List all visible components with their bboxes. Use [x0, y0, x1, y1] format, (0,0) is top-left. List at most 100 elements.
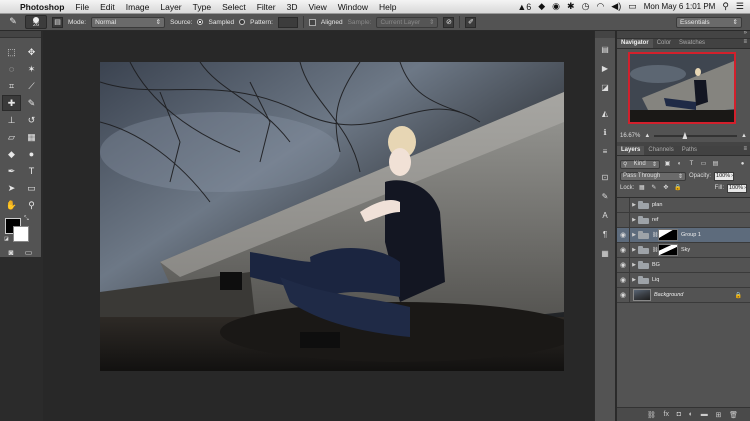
lock-pixels-icon[interactable]: ✎ [649, 184, 658, 192]
layer-mask-thumbnail[interactable] [658, 244, 678, 256]
eyedropper-tool-icon[interactable]: ⟋ [22, 78, 41, 94]
swap-colors-icon[interactable]: ⤡ [24, 216, 29, 223]
adobe-icon[interactable]: ▲6 [517, 2, 531, 12]
history-brush-tool-icon[interactable]: ↺ [22, 112, 41, 128]
layer-row-bg[interactable]: ◉ ▶ BG [617, 258, 750, 273]
app-menu-photoshop[interactable]: Photoshop [20, 2, 64, 12]
bluetooth-icon[interactable]: ✱ [567, 1, 575, 12]
pressure-size-icon[interactable]: ✐ [465, 16, 477, 28]
quick-mask-icon[interactable]: ◙ [9, 248, 14, 257]
dodge-tool-icon[interactable]: ● [22, 146, 41, 162]
panel-grip[interactable]: » [617, 30, 750, 39]
document-canvas-area[interactable] [43, 31, 594, 421]
menu-filter[interactable]: Filter [257, 2, 276, 12]
marquee-tool-icon[interactable]: ⬚ [2, 44, 21, 60]
path-selection-tool-icon[interactable]: ➤ [2, 180, 21, 196]
gradient-tool-icon[interactable]: ▦ [22, 129, 41, 145]
visibility-toggle[interactable] [617, 213, 630, 227]
spot-healing-brush-tool-icon[interactable]: ✚ [2, 95, 21, 111]
kind-filter-dropdown[interactable]: ⚲ Kind ⇕ [620, 159, 660, 169]
lock-transparent-icon[interactable]: ▦ [637, 184, 646, 192]
brush-size-picker[interactable]: 26 [25, 15, 47, 29]
history-panel-icon[interactable]: ▤ [597, 41, 613, 57]
lasso-tool-icon[interactable]: ◌ [2, 61, 21, 77]
panel-menu-icon[interactable]: ≡ [743, 146, 750, 155]
zoom-out-icon[interactable]: ▲ [644, 133, 650, 139]
tab-channels[interactable]: Channels [644, 146, 677, 155]
smart-object-filter-icon[interactable]: ▤ [711, 160, 720, 168]
magic-wand-tool-icon[interactable]: ✶ [22, 61, 41, 77]
expand-triangle-icon[interactable]: ▶ [630, 232, 638, 238]
expand-triangle-icon[interactable]: ▶ [630, 247, 638, 253]
healing-brush-tool-icon[interactable]: ✎ [6, 16, 20, 28]
adjustments-panel-icon[interactable]: ◭ [597, 105, 613, 121]
tab-layers[interactable]: Layers [617, 146, 645, 155]
blend-mode-dropdown[interactable]: Pass Through ⇕ [620, 171, 686, 181]
link-layers-icon[interactable]: ⛓ [647, 411, 656, 419]
screen-mode-icon[interactable]: ▭ [25, 248, 33, 257]
fill-input[interactable]: 100% › [727, 183, 747, 193]
volume-icon[interactable]: ◀) [611, 1, 621, 12]
rectangle-tool-icon[interactable]: ▭ [22, 180, 41, 196]
source-pattern-radio[interactable] [239, 19, 246, 25]
layer-row-liq[interactable]: ◉ ▶ Liq [617, 273, 750, 288]
tab-color[interactable]: Color [653, 39, 675, 48]
clone-stamp-tool-icon[interactable]: ⊥ [2, 112, 21, 128]
adjustment-filter-icon[interactable]: ◐ [675, 160, 684, 168]
pixel-filter-icon[interactable]: ▣ [663, 160, 672, 168]
source-sampled-radio[interactable] [197, 19, 204, 25]
eye-icon[interactable]: ◉ [617, 258, 630, 272]
menu-3d[interactable]: 3D [287, 2, 298, 12]
menu-edit[interactable]: Edit [100, 2, 115, 12]
layer-row-background[interactable]: ◉ Background 🔒 [617, 288, 750, 303]
adjustment-layer-icon[interactable]: ◐ [689, 411, 693, 418]
move-tool-icon[interactable]: ✥ [22, 44, 41, 60]
lock-position-icon[interactable]: ✥ [661, 184, 670, 192]
tab-navigator[interactable]: Navigator [617, 39, 653, 48]
pen-tool-icon[interactable]: ✒ [2, 163, 21, 179]
properties-panel-icon[interactable]: ◪ [597, 79, 613, 95]
battery-icon[interactable]: ▭ [628, 1, 637, 12]
expand-triangle-icon[interactable]: ▶ [630, 262, 638, 268]
paragraph-panel-icon[interactable]: ¶ [597, 226, 613, 242]
shape-filter-icon[interactable]: ▭ [699, 160, 708, 168]
workspace-dropdown[interactable]: Essentials ⇕ [676, 16, 742, 28]
eye-icon[interactable]: ◉ [617, 228, 630, 242]
type-tool-icon[interactable]: T [22, 163, 41, 179]
navigator-thumbnail[interactable] [628, 52, 736, 124]
eraser-tool-icon[interactable]: ▱ [2, 129, 21, 145]
dropbox-icon[interactable]: ◆ [538, 1, 545, 12]
layer-mask-thumbnail[interactable] [658, 229, 678, 241]
expand-triangle-icon[interactable]: ▶ [630, 277, 638, 283]
brush-tool-icon[interactable]: ✎ [22, 95, 41, 111]
notification-center-icon[interactable]: ☰ [736, 1, 744, 12]
aligned-checkbox[interactable] [308, 18, 316, 26]
blur-tool-icon[interactable]: ◆ [2, 146, 21, 162]
menu-select[interactable]: Select [222, 2, 246, 12]
zoom-slider-knob[interactable] [682, 132, 688, 139]
document-image[interactable] [100, 62, 564, 371]
eye-icon[interactable]: ◉ [552, 1, 560, 12]
eye-icon[interactable]: ◉ [617, 273, 630, 287]
spotlight-search-icon[interactable]: ⚲ [722, 1, 729, 12]
crop-tool-icon[interactable]: ⌗ [2, 78, 21, 94]
hand-tool-icon[interactable]: ✋ [2, 197, 21, 213]
panel-grip[interactable] [595, 31, 615, 38]
brush-presets-panel-icon[interactable]: ≡ [597, 143, 613, 159]
default-colors-icon[interactable]: ◪ [4, 236, 9, 242]
collapse-panels-icon[interactable]: » [744, 30, 747, 36]
new-layer-icon[interactable]: ⊞ [716, 411, 722, 419]
character-panel-icon[interactable]: A [597, 207, 613, 223]
menu-layer[interactable]: Layer [160, 2, 181, 12]
layer-thumbnail[interactable] [633, 289, 651, 301]
type-filter-icon[interactable]: T [687, 160, 696, 168]
panel-menu-icon[interactable]: ≡ [743, 39, 750, 48]
clone-source-panel-icon[interactable]: ⊡ [597, 169, 613, 185]
actions-panel-icon[interactable]: ▶ [597, 60, 613, 76]
layer-row-group-1[interactable]: ◉ ▶ ⛓ Group 1 [617, 228, 750, 243]
layer-style-icon[interactable]: fx [664, 411, 669, 418]
pattern-picker[interactable] [277, 16, 298, 28]
brush-panel-toggle-icon[interactable]: ▤ [52, 16, 63, 28]
background-color-swatch[interactable] [13, 226, 29, 242]
menu-file[interactable]: File [75, 2, 89, 12]
